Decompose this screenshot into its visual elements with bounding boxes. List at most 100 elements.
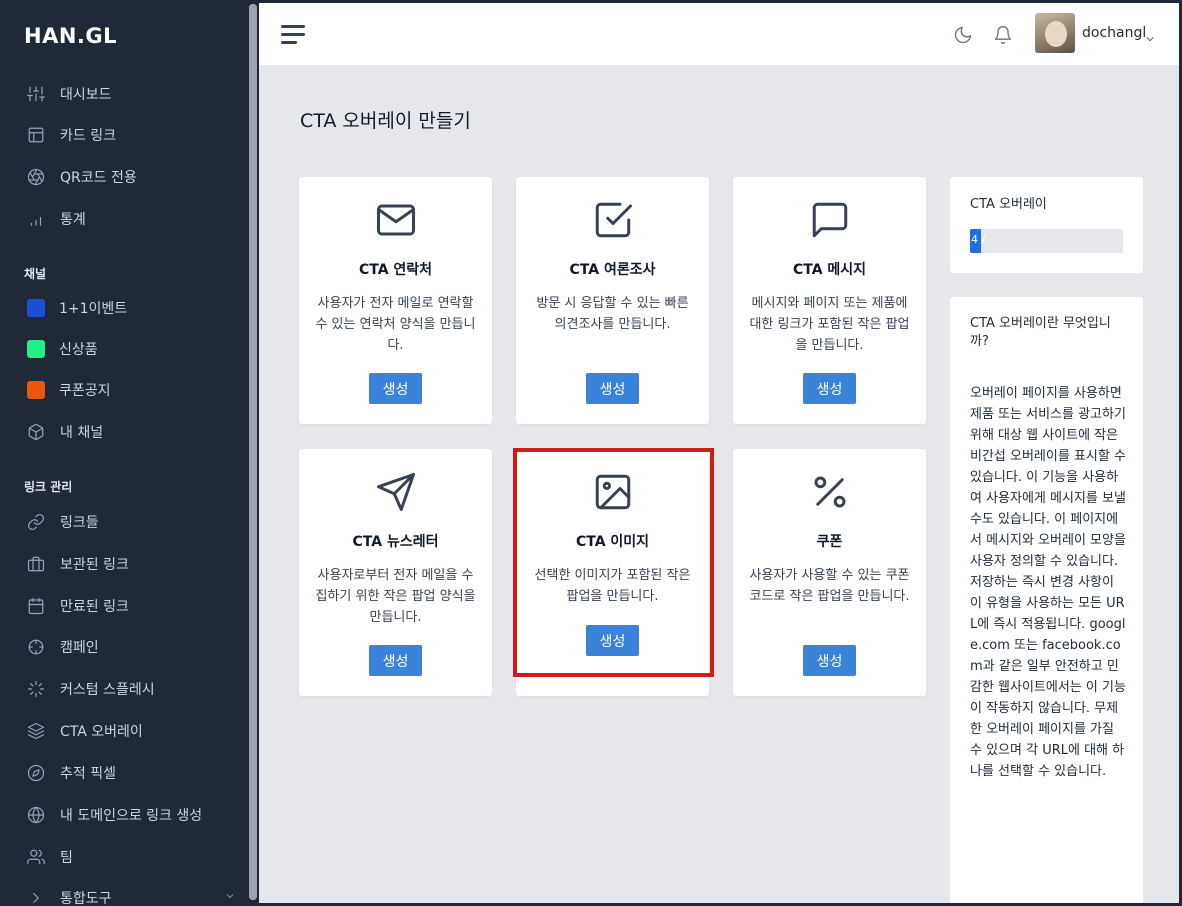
- sidebar-item-label: 통계: [60, 212, 86, 228]
- card-title: CTA 여론조사: [569, 262, 656, 278]
- box-icon: [26, 422, 46, 442]
- sidebar-item-links[interactable]: 링크들: [26, 510, 99, 534]
- chevron-down-icon: [224, 890, 236, 906]
- menu-toggle-icon[interactable]: [281, 25, 305, 45]
- sidebar-item-domain[interactable]: 내 도메인으로 링크 생성: [26, 803, 202, 827]
- calendar-icon: [26, 596, 46, 616]
- sidebar-item-label: CTA 오버레이: [60, 724, 143, 740]
- sidebar-item-cta-overlay[interactable]: CTA 오버레이: [26, 719, 143, 743]
- usage-progress-label: 4 /: [971, 233, 986, 246]
- sidebar-channel-1[interactable]: 1+1이벤트: [26, 296, 127, 320]
- layout-icon: [26, 125, 46, 145]
- sidebar-item-dashboard[interactable]: 대시보드: [26, 82, 112, 106]
- card-cta-contact: CTA 연락처 사용자가 전자 메일로 연락할 수 있는 연락처 양식을 만듭니…: [299, 177, 492, 424]
- percent-icon: [809, 471, 851, 513]
- mail-icon: [375, 199, 417, 241]
- card-title: CTA 메시지: [792, 262, 867, 278]
- usage-card: CTA 오버레이 4 /: [950, 177, 1143, 273]
- card-title: CTA 이미지: [575, 534, 650, 550]
- card-description: 사용자가 사용할 수 있는 쿠폰 코드로 작은 팝업을 만듭니다.: [749, 568, 910, 604]
- avatar[interactable]: [1035, 13, 1075, 53]
- crosshair-icon: [26, 637, 46, 657]
- chevron-right-icon: [26, 888, 46, 906]
- sidebar-item-label: 만료된 링크: [60, 599, 129, 615]
- create-contact-button[interactable]: 생성: [369, 373, 422, 404]
- scrollbar-thumb[interactable]: [249, 4, 257, 900]
- image-icon: [592, 471, 634, 513]
- sidebar-item-label: 팀: [60, 850, 73, 866]
- sliders-icon: [26, 84, 46, 104]
- sidebar-item-stats[interactable]: 통계: [26, 207, 86, 231]
- card-cta-poll: CTA 여론조사 방문 시 응답할 수 있는 빠른 의견조사를 만듭니다. 생성: [516, 177, 709, 424]
- sidebar-item-archived[interactable]: 보관된 링크: [26, 552, 129, 576]
- sidebar-channel-2[interactable]: 신상품: [26, 337, 98, 361]
- sidebar-item-label: 내 도메인으로 링크 생성: [60, 808, 203, 824]
- card-description: 사용자가 전자 메일로 연락할 수 있는 연락처 양식을 만듭니다.: [315, 296, 476, 353]
- chevron-down-icon[interactable]: [1145, 29, 1155, 48]
- users-icon: [26, 847, 46, 867]
- sidebar-item-campaign[interactable]: 캠페인: [26, 635, 99, 659]
- bar-chart-icon: [26, 209, 46, 229]
- sidebar-item-team[interactable]: 팀: [26, 845, 73, 869]
- sidebar-item-pixel[interactable]: 추적 픽셀: [26, 761, 116, 785]
- check-square-icon: [592, 199, 634, 241]
- create-poll-button[interactable]: 생성: [586, 373, 639, 404]
- card-title: CTA 연락처: [358, 262, 433, 278]
- card-description: 메시지와 페이지 또는 제품에 대한 링크가 포함된 작은 팝업을 만듭니다.: [749, 296, 910, 353]
- channels-section-title: 채널: [24, 267, 47, 281]
- moon-icon[interactable]: [953, 25, 973, 45]
- sidebar-scrollbar[interactable]: [249, 4, 257, 900]
- topbar: dochangl: [259, 3, 1179, 66]
- link-icon: [26, 512, 46, 532]
- username[interactable]: dochangl: [1082, 25, 1146, 41]
- sidebar-item-expired[interactable]: 만료된 링크: [26, 594, 129, 618]
- globe-icon: [26, 805, 46, 825]
- sidebar-item-card-link[interactable]: 카드 링크: [26, 123, 116, 147]
- sidebar: HAN.GL 대시보드 카드 링크 QR코드 전용 통계 채널 1+1이벤트 신…: [0, 0, 248, 906]
- sidebar-item-label: 추적 픽셀: [60, 766, 116, 782]
- card-title: 쿠폰: [816, 534, 843, 550]
- card-description: 방문 시 응답할 수 있는 빠른 의견조사를 만듭니다.: [536, 296, 689, 332]
- aperture-icon: [26, 167, 46, 187]
- info-body: 오버레이 페이지를 사용하면 제품 또는 서비스를 광고하기 위해 대상 웹 사…: [970, 386, 1126, 779]
- sidebar-item-label: 카드 링크: [60, 128, 116, 144]
- brand-logo[interactable]: HAN.GL: [24, 24, 117, 48]
- bell-icon[interactable]: [993, 25, 1013, 45]
- sidebar-item-label: 커스텀 스플레시: [60, 682, 155, 698]
- links-section-title: 링크 관리: [24, 480, 73, 494]
- sidebar-channel-3[interactable]: 쿠폰공지: [26, 378, 111, 402]
- create-image-button[interactable]: 생성: [586, 625, 639, 656]
- sidebar-item-qr[interactable]: QR코드 전용: [26, 165, 137, 189]
- card-description: 사용자로부터 전자 메일을 수집하기 위한 작은 팝업 양식을 만듭니다.: [315, 568, 476, 625]
- sidebar-item-label: 캠페인: [60, 640, 99, 656]
- sidebar-item-integrations[interactable]: 통합도구: [26, 886, 248, 906]
- main-content: dochangl CTA 오버레이 만들기 CTA 연락처 사용자가 전자 메일…: [259, 3, 1179, 903]
- page-title: CTA 오버레이 만들기: [300, 110, 471, 132]
- create-coupon-button[interactable]: 생성: [803, 645, 856, 676]
- sidebar-item-label: 쿠폰공지: [59, 383, 111, 399]
- card-cta-image: CTA 이미지 선택한 이미지가 포함된 작은 팝업을 만듭니다. 생성: [516, 449, 709, 696]
- sidebar-item-label: 링크들: [60, 515, 99, 531]
- sidebar-item-splash[interactable]: 커스텀 스플레시: [26, 677, 155, 701]
- card-cta-newsletter: CTA 뉴스레터 사용자로부터 전자 메일을 수집하기 위한 작은 팝업 양식을…: [299, 449, 492, 696]
- sidebar-item-label: 신상품: [59, 342, 98, 358]
- sidebar-item-label: 대시보드: [60, 87, 112, 103]
- sidebar-item-label: 내 채널: [60, 425, 104, 441]
- card-title: CTA 뉴스레터: [352, 534, 439, 550]
- sidebar-item-label: 1+1이벤트: [59, 301, 128, 317]
- usage-progress-bar: 4 /: [970, 229, 1123, 253]
- channel-color-swatch: [27, 299, 45, 317]
- create-newsletter-button[interactable]: 생성: [369, 645, 422, 676]
- usage-title: CTA 오버레이: [970, 197, 1047, 212]
- card-coupon: 쿠폰 사용자가 사용할 수 있는 쿠폰 코드로 작은 팝업을 만듭니다. 생성: [733, 449, 926, 696]
- layers-icon: [26, 721, 46, 741]
- sidebar-item-my-channel[interactable]: 내 채널: [26, 420, 103, 444]
- sidebar-item-label: 통합도구: [60, 891, 112, 906]
- info-card: CTA 오버레이란 무엇입니까? 오버레이 페이지를 사용하면 제품 또는 서비…: [950, 297, 1143, 903]
- create-message-button[interactable]: 생성: [803, 373, 856, 404]
- compass-icon: [26, 763, 46, 783]
- message-square-icon: [809, 199, 851, 241]
- sidebar-item-label: 보관된 링크: [60, 557, 129, 573]
- channel-color-swatch: [27, 381, 45, 399]
- briefcase-icon: [26, 554, 46, 574]
